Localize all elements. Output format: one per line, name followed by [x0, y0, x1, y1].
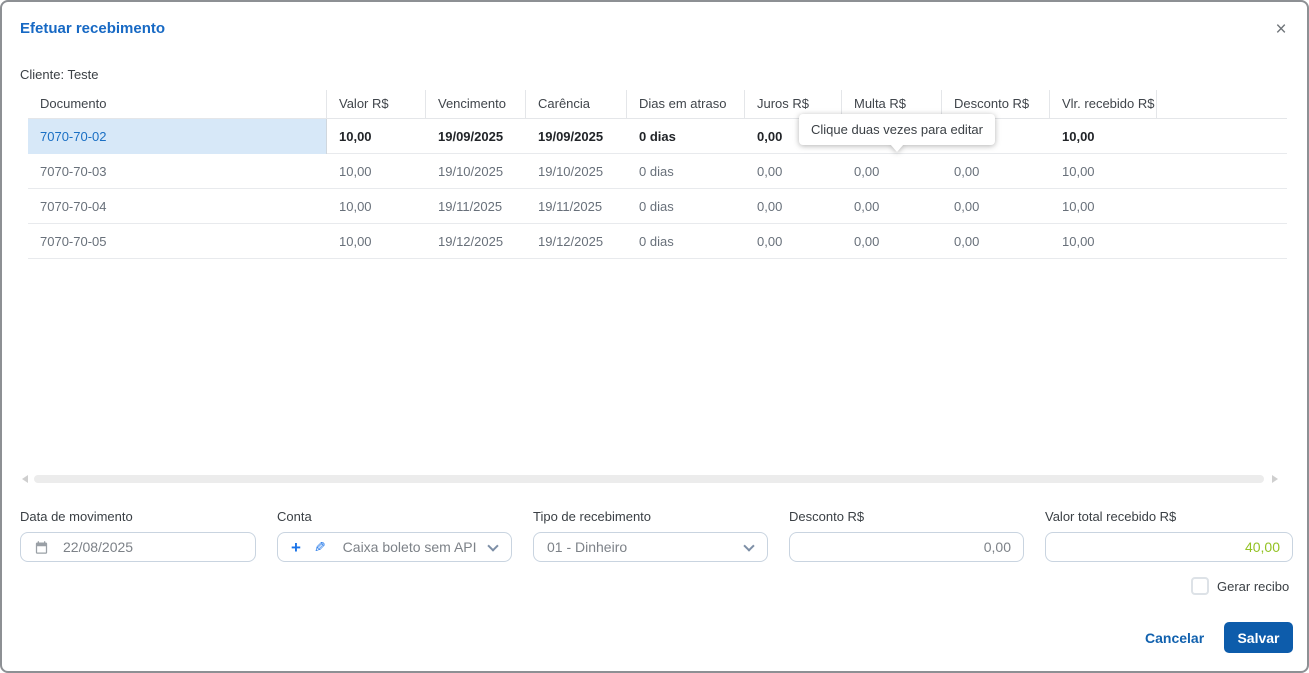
cell-documento[interactable]: 7070-70-05 — [28, 224, 327, 259]
tipo-recebimento-label: Tipo de recebimento — [533, 509, 652, 524]
cell-vencimento: 19/09/2025 — [438, 128, 504, 144]
chevron-down-icon[interactable] — [487, 539, 499, 552]
column-header-vlr-recebido: Vlr. recebido R$ — [1050, 90, 1157, 118]
cell-vlr-recebido[interactable]: 10,00 — [1050, 224, 1157, 259]
tipo-recebimento-select[interactable]: 01 - Dinheiro — [533, 532, 768, 562]
cell-desconto[interactable]: 0,00 — [942, 189, 1050, 224]
cell-vencimento: 19/12/2025 — [438, 233, 504, 249]
gerar-recibo-checkbox[interactable] — [1191, 577, 1209, 595]
desconto-label: Desconto R$ — [789, 509, 865, 524]
conta-value: Caixa boleto sem API — [342, 539, 477, 555]
column-header-vencimento: Vencimento — [426, 90, 526, 118]
cell-dias-em-atraso: 0 dias — [639, 233, 674, 249]
cell-valor: 10,00 — [339, 128, 372, 144]
table-header-row: Documento Valor R$ Vencimento Carência D… — [28, 90, 1287, 119]
table-row[interactable]: 7070-70-02 10,00 19/09/2025 19/09/2025 0… — [28, 118, 1287, 154]
cell-filler — [1157, 189, 1287, 224]
cell-multa[interactable]: 0,00 — [842, 154, 942, 189]
scrollbar-left-arrow-icon[interactable] — [22, 475, 28, 483]
cell-documento[interactable]: 7070-70-03 — [28, 154, 327, 189]
cell-vencimento: 19/10/2025 — [438, 163, 504, 179]
data-movimento-field: Data de movimento 22/08/2025 — [20, 509, 256, 562]
edit-account-icon[interactable]: ✎ — [314, 539, 326, 555]
cell-filler — [1157, 119, 1287, 154]
desconto-input[interactable]: 0,00 — [789, 532, 1024, 562]
cell-vlr-recebido[interactable]: 10,00 — [1050, 119, 1157, 154]
calendar-icon[interactable] — [34, 540, 49, 555]
cell-valor: 10,00 — [339, 198, 372, 214]
column-header-dias-em-atraso: Dias em atraso — [627, 90, 745, 118]
chevron-down-icon[interactable] — [743, 539, 755, 552]
cell-vlr-recebido[interactable]: 10,00 — [1050, 154, 1157, 189]
tipo-recebimento-value: 01 - Dinheiro — [547, 539, 628, 555]
cell-juros[interactable]: 0,00 — [745, 189, 842, 224]
save-button[interactable]: Salvar — [1224, 622, 1293, 653]
desconto-field: Desconto R$ 0,00 — [789, 509, 1024, 562]
dialog-title: Efetuar recebimento — [20, 20, 166, 37]
cell-desconto[interactable]: 0,00 — [942, 224, 1050, 259]
scrollbar-right-arrow-icon[interactable] — [1272, 475, 1278, 483]
valor-total-input[interactable]: 40,00 — [1045, 532, 1293, 562]
cell-carencia: 19/10/2025 — [538, 163, 604, 179]
valor-total-label: Valor total recebido R$ — [1045, 509, 1177, 524]
data-movimento-value: 22/08/2025 — [63, 539, 134, 555]
client-label: Cliente: Teste — [20, 67, 99, 82]
edit-tooltip: Clique duas vezes para editar — [799, 114, 995, 152]
cell-vencimento: 19/11/2025 — [438, 198, 503, 214]
cell-dias-em-atraso: 0 dias — [639, 128, 676, 144]
data-movimento-label: Data de movimento — [20, 509, 133, 524]
cell-multa[interactable]: 0,00 — [842, 224, 942, 259]
conta-field: Conta + ✎ Caixa boleto sem API — [277, 509, 512, 562]
efetuar-recebimento-dialog: Efetuar recebimento × Cliente: Teste Doc… — [0, 0, 1309, 673]
cell-valor: 10,00 — [339, 233, 372, 249]
cell-filler — [1157, 154, 1287, 189]
column-header-documento: Documento — [28, 90, 327, 118]
cell-documento[interactable]: 7070-70-04 — [28, 189, 327, 224]
cell-filler — [1157, 224, 1287, 259]
cell-carencia: 19/11/2025 — [538, 198, 603, 214]
table-row[interactable]: 7070-70-04 10,00 19/11/2025 19/11/2025 0… — [28, 189, 1287, 224]
cell-dias-em-atraso: 0 dias — [639, 163, 674, 179]
valor-total-value: 40,00 — [1244, 539, 1280, 555]
conta-select[interactable]: + ✎ Caixa boleto sem API — [277, 532, 512, 562]
cell-dias-em-atraso: 0 dias — [639, 198, 674, 214]
gerar-recibo-label: Gerar recibo — [1217, 578, 1290, 594]
cancel-button[interactable]: Cancelar — [1145, 630, 1204, 646]
cell-carencia: 19/09/2025 — [538, 128, 604, 144]
close-icon[interactable]: × — [1269, 18, 1293, 42]
horizontal-scrollbar[interactable] — [34, 475, 1264, 483]
cell-vlr-recebido[interactable]: 10,00 — [1050, 189, 1157, 224]
valor-total-field: Valor total recebido R$ 40,00 — [1045, 509, 1293, 562]
cell-valor: 10,00 — [339, 163, 372, 179]
cell-multa[interactable]: 0,00 — [842, 189, 942, 224]
data-movimento-input[interactable]: 22/08/2025 — [20, 532, 256, 562]
documents-table: Documento Valor R$ Vencimento Carência D… — [28, 90, 1287, 259]
cell-documento[interactable]: 7070-70-02 — [28, 118, 327, 154]
add-account-icon[interactable]: + — [291, 539, 301, 556]
table-row[interactable]: 7070-70-05 10,00 19/12/2025 19/12/2025 0… — [28, 224, 1287, 259]
cell-desconto[interactable]: 0,00 — [942, 154, 1050, 189]
column-header-filler — [1157, 90, 1287, 118]
cell-carencia: 19/12/2025 — [538, 233, 604, 249]
gerar-recibo-option: Gerar recibo — [1191, 577, 1289, 595]
cell-juros[interactable]: 0,00 — [745, 154, 842, 189]
table-row[interactable]: 7070-70-03 10,00 19/10/2025 19/10/2025 0… — [28, 154, 1287, 189]
column-header-valor: Valor R$ — [327, 90, 426, 118]
desconto-value: 0,00 — [983, 539, 1011, 555]
conta-label: Conta — [277, 509, 312, 524]
column-header-carencia: Carência — [526, 90, 627, 118]
tipo-recebimento-field: Tipo de recebimento 01 - Dinheiro — [533, 509, 768, 562]
cell-juros[interactable]: 0,00 — [745, 224, 842, 259]
